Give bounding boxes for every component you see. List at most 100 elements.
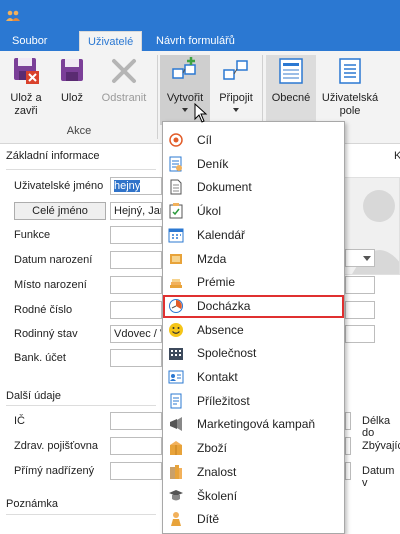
right-field-c[interactable] xyxy=(345,462,351,480)
more-info-heading: Další údaje xyxy=(6,390,62,402)
menu-item-9[interactable]: Absence xyxy=(163,319,344,342)
menu-item-12[interactable]: Příležitost xyxy=(163,390,344,413)
general-form-icon xyxy=(279,58,303,84)
menu-item-4[interactable]: Úkol xyxy=(163,200,344,223)
username-label: Uživatelské jméno xyxy=(14,180,104,192)
menu-item-label: Dítě xyxy=(197,512,220,527)
save-icon xyxy=(61,59,83,81)
user-fields-icon xyxy=(339,58,361,84)
menu-item-7[interactable]: Prémie xyxy=(163,271,344,294)
group-actions-label: Akce xyxy=(66,125,92,137)
note-heading: Poznámka xyxy=(6,498,58,510)
menu-item-label: Deník xyxy=(197,156,229,171)
menu-item-8[interactable]: Docházka xyxy=(163,294,344,318)
ic-label: IČ xyxy=(14,415,25,427)
contact-icon xyxy=(168,370,184,384)
menu-item-label: Prémie xyxy=(197,275,236,290)
menu-item-label: Dokument xyxy=(197,180,252,195)
bank-account-input[interactable] xyxy=(110,349,162,367)
create-dropdown-icon xyxy=(182,108,188,112)
right-input-1[interactable] xyxy=(345,276,375,294)
menu-item-13[interactable]: Marketingová kampaň xyxy=(163,413,344,436)
menu-item-11[interactable]: Kontakt xyxy=(163,366,344,389)
birth-place-label: Místo narození xyxy=(14,279,87,291)
training-icon xyxy=(169,489,183,500)
document-icon xyxy=(170,179,182,195)
save-close-label-1: Ulož a xyxy=(10,92,42,104)
right-input-2[interactable] xyxy=(345,301,375,319)
menu-item-2[interactable]: Deník xyxy=(163,153,344,176)
right-field-b[interactable] xyxy=(345,437,351,455)
birth-date-input[interactable] xyxy=(110,251,162,269)
menu-item-label: Zboží xyxy=(197,441,228,456)
supervisor-label: Přímý nadřízený xyxy=(14,465,95,477)
right-input-3[interactable] xyxy=(345,325,375,343)
menu-item-1[interactable]: Cíl xyxy=(163,129,344,152)
diary-icon xyxy=(169,156,182,172)
user-fields-label-2: pole xyxy=(339,105,361,117)
section-divider xyxy=(6,169,156,170)
menu-item-15[interactable]: Znalost xyxy=(163,461,344,484)
right-section-marker: K xyxy=(394,150,400,162)
general-view-button[interactable]: Obecné xyxy=(266,55,316,125)
birth-number-input[interactable] xyxy=(110,301,162,319)
remaining-label: Zbývajíc xyxy=(362,440,400,452)
tab-form-design[interactable]: Návrh formulářů xyxy=(148,31,243,51)
delete-x-icon xyxy=(112,59,136,83)
menu-item-6[interactable]: Mzda xyxy=(163,248,344,271)
user-fields-button[interactable]: Uživatelská pole xyxy=(320,55,380,125)
user-fields-label-1: Uživatelská xyxy=(321,92,379,104)
supervisor-input[interactable] xyxy=(110,462,162,480)
ribbon-separator xyxy=(157,55,158,139)
birth-place-input[interactable] xyxy=(110,276,162,294)
bank-account-label: Bank. účet xyxy=(14,352,66,364)
menu-item-3[interactable]: Dokument xyxy=(163,176,344,199)
save-close-button[interactable]: Ulož a zavři xyxy=(4,55,48,119)
ribbon-tabs: Soubor Uživatelé Návrh formulářů xyxy=(0,31,400,51)
insurance-input[interactable] xyxy=(110,437,162,455)
username-input[interactable]: hejny xyxy=(110,177,162,195)
users-app-icon xyxy=(6,10,20,21)
tab-users[interactable]: Uživatelé xyxy=(79,31,143,51)
knowledge-icon xyxy=(170,464,182,479)
attach-label: Připojit xyxy=(219,92,253,104)
menu-item-label: Znalost xyxy=(197,464,237,479)
menu-item-10[interactable]: Společnost xyxy=(163,342,344,365)
right-dropdown[interactable] xyxy=(345,249,375,267)
bonus-icon xyxy=(170,279,182,289)
create-new-icon xyxy=(172,57,196,79)
marital-status-select[interactable]: Vdovec / V xyxy=(110,325,162,343)
section-divider-2 xyxy=(6,405,156,406)
menu-item-label: Mzda xyxy=(197,251,227,266)
function-input[interactable] xyxy=(110,226,162,244)
absence-smiley-icon xyxy=(169,322,183,337)
section-divider-3 xyxy=(6,514,156,515)
username-value: hejny xyxy=(114,180,141,192)
attach-button[interactable]: Připojit xyxy=(214,55,258,125)
opportunity-icon xyxy=(170,393,182,409)
delete-button[interactable]: Odstranit xyxy=(96,55,152,119)
length-label: Délka do xyxy=(362,415,391,439)
menu-item-label: Společnost xyxy=(197,346,257,361)
goods-icon xyxy=(170,441,182,456)
menu-item-16[interactable]: Školení xyxy=(163,485,344,508)
menu-item-5[interactable]: Kalendář xyxy=(163,224,344,247)
ic-input[interactable] xyxy=(110,412,162,430)
tab-file[interactable]: Soubor xyxy=(4,31,55,51)
function-label: Funkce xyxy=(14,229,51,241)
menu-item-label: Cíl xyxy=(197,133,212,147)
right-field-a[interactable] xyxy=(345,412,351,430)
menu-item-label: Úkol xyxy=(197,204,222,219)
menu-item-label: Marketingová kampaň xyxy=(197,417,316,432)
wage-icon xyxy=(170,253,182,264)
chevron-down-icon xyxy=(363,256,371,261)
full-name-input[interactable]: Hejný, Jar xyxy=(110,202,162,220)
menu-item-label: Kontakt xyxy=(197,370,238,384)
save-close-icon xyxy=(14,58,39,84)
menu-item-14[interactable]: Zboží xyxy=(163,437,344,460)
full-name-button[interactable]: Celé jméno xyxy=(14,202,106,220)
insurance-label: Zdrav. pojišťovna xyxy=(14,440,99,452)
delete-label: Odstranit xyxy=(101,92,147,104)
save-button[interactable]: Ulož xyxy=(54,55,90,119)
menu-item-17[interactable]: Dítě xyxy=(163,508,344,531)
